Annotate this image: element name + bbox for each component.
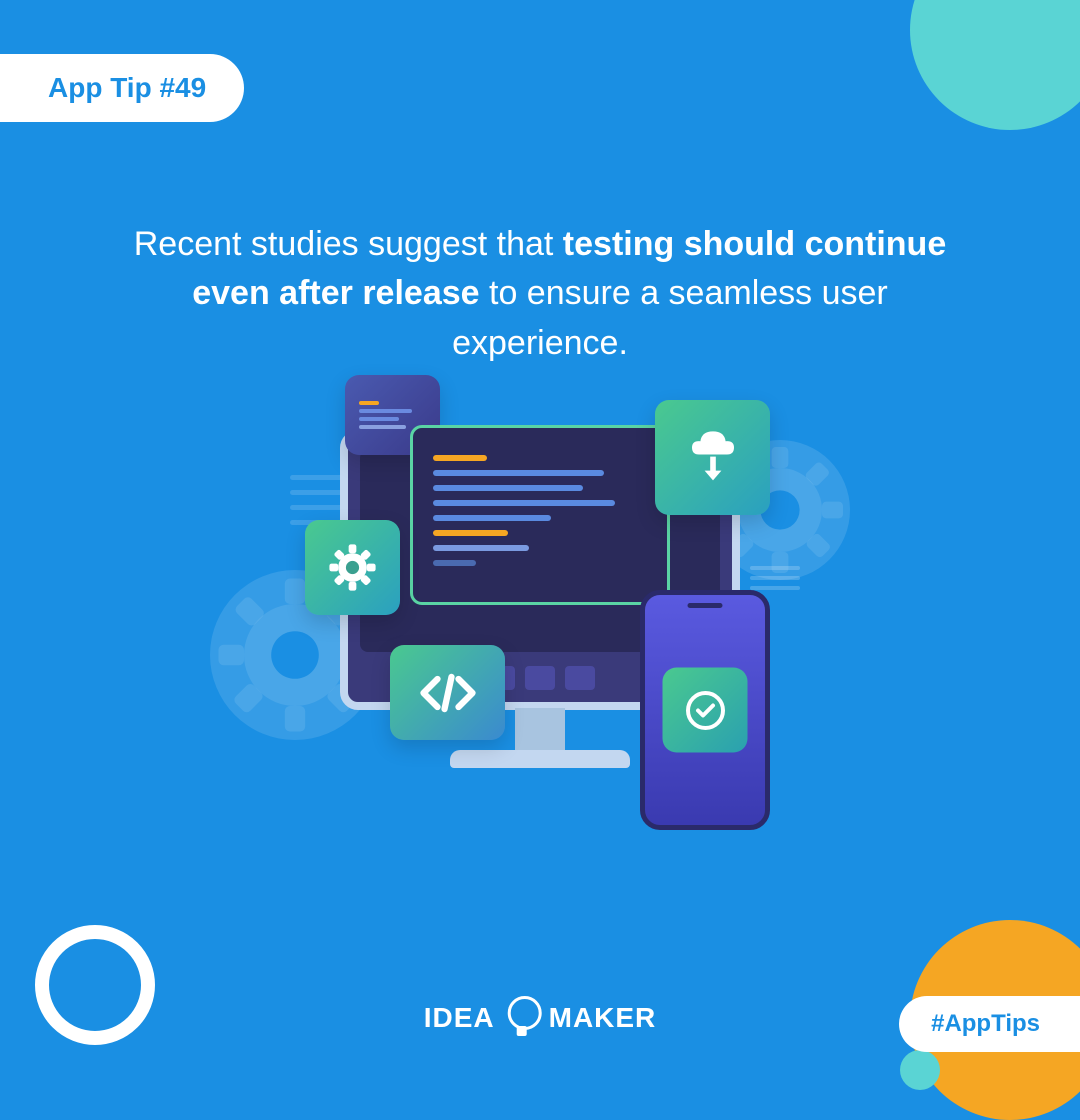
monitor-base xyxy=(450,750,630,768)
cloud-download-icon xyxy=(655,400,770,515)
code-tags-icon xyxy=(390,645,505,740)
decoration-ring xyxy=(35,925,155,1045)
decoration-small-teal xyxy=(900,1050,940,1090)
headline-post: to ensure a seamless user experience. xyxy=(452,274,888,361)
code-window-icon xyxy=(410,425,670,605)
illustration xyxy=(260,390,820,840)
hashtag-badge: #AppTips xyxy=(899,996,1080,1052)
phone-icon xyxy=(640,590,770,830)
lightbulb-icon xyxy=(505,996,539,1040)
tip-badge: App Tip #49 xyxy=(0,54,244,122)
monitor-stand xyxy=(515,708,565,753)
checkmark-icon xyxy=(663,668,748,753)
decoration-circle-teal xyxy=(910,0,1080,130)
logo-right: MAKER xyxy=(549,1002,657,1034)
headline-text: Recent studies suggest that testing shou… xyxy=(130,220,950,368)
brand-logo: IDEA MAKER xyxy=(424,996,657,1040)
logo-left: IDEA xyxy=(424,1002,495,1034)
gear-icon xyxy=(305,520,400,615)
headline-pre: Recent studies suggest that xyxy=(134,225,563,263)
